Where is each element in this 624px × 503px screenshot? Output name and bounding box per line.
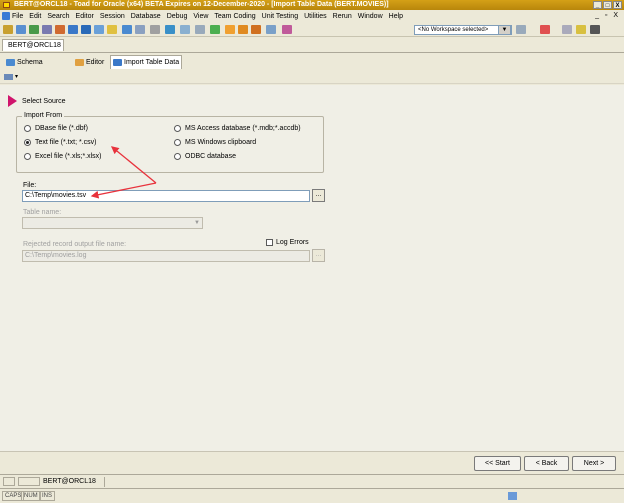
connection-label[interactable]: BERT@ORCL18 — [43, 476, 96, 487]
ins-indicator: INS — [39, 491, 56, 501]
status-icon — [508, 492, 517, 500]
arrow-to-text-option — [110, 146, 157, 184]
arrow-to-file-input — [90, 182, 157, 199]
num-indicator: NUM — [21, 491, 41, 501]
divider — [104, 477, 105, 487]
back-button[interactable]: < Back — [524, 456, 569, 471]
annotation-arrows — [90, 146, 157, 199]
sql-icon[interactable] — [3, 477, 15, 486]
connection-bar: BERT@ORCL18 — [0, 474, 624, 488]
status-bar: CAPS NUM INS — [0, 488, 624, 503]
next-button[interactable]: Next > — [572, 456, 616, 471]
divider — [0, 451, 624, 452]
start-button[interactable]: << Start — [474, 456, 521, 471]
connection-icon[interactable] — [18, 477, 40, 486]
